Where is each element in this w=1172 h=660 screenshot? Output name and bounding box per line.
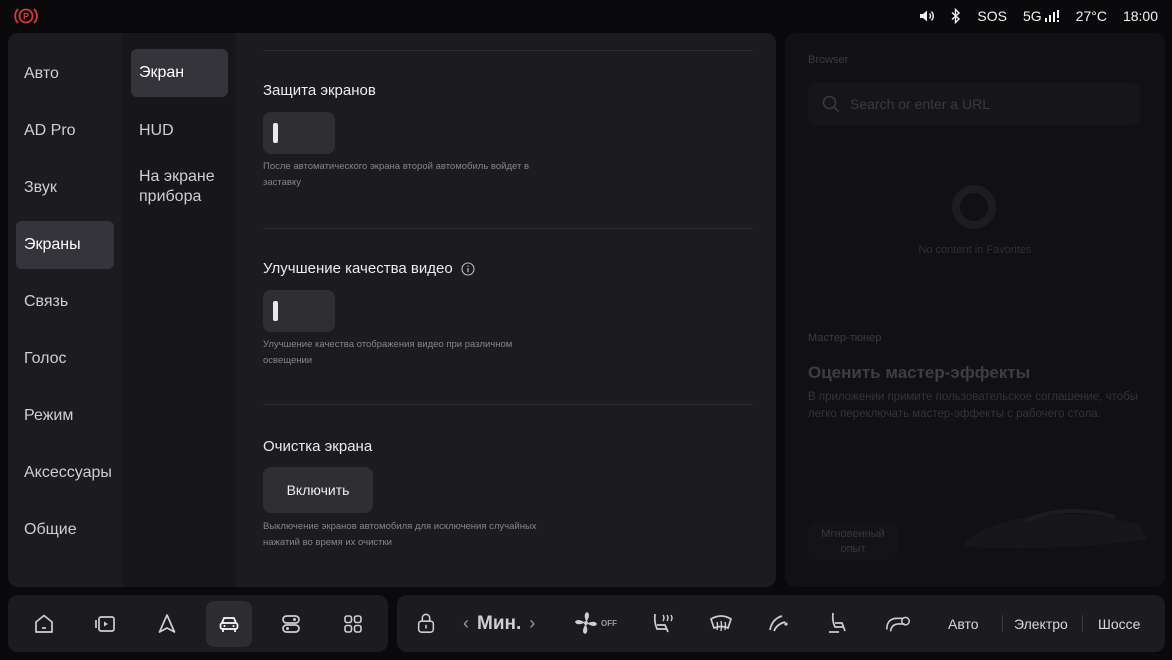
divider (263, 50, 753, 51)
drive-mode-auto[interactable]: Авто (948, 595, 979, 652)
info-icon[interactable] (461, 261, 475, 276)
nav-item-accessories[interactable]: Аксессуары (16, 449, 114, 497)
sos-label[interactable]: SOS (977, 8, 1007, 24)
fan-icon (575, 612, 597, 634)
steering-heating-icon (769, 615, 788, 632)
app-grid-icon (344, 615, 362, 633)
nav-item-mode[interactable]: Режим (16, 392, 114, 440)
secondary-nav: Экран HUD На экране прибора (122, 33, 236, 587)
instant-experience-button[interactable]: Мгновенный опыт (808, 523, 898, 561)
nav-item-general[interactable]: Общие (16, 506, 114, 554)
master-tuner-heading: Оценить мастер-эффекты (808, 363, 1031, 382)
divider (263, 404, 753, 405)
settings-content: Защита экранов После автоматического экр… (236, 33, 776, 587)
drive-mode-highway[interactable]: Шоссе (1098, 595, 1140, 652)
network-indicator: 5G (1023, 8, 1060, 24)
temperature-label: 27°C (1075, 8, 1107, 24)
nav-item-auto[interactable]: Авто (16, 50, 114, 98)
lock-button[interactable] (415, 609, 437, 637)
screen-cleaning-title: Очистка экрана (263, 438, 372, 455)
dock-navigation-button[interactable] (144, 601, 190, 647)
fan-increase-chevron-icon[interactable]: › (529, 613, 535, 634)
signal-icon (1044, 10, 1059, 22)
nav-item-voice[interactable]: Голос (16, 335, 114, 383)
nav-item-sound[interactable]: Звук (16, 164, 114, 212)
screen-protection-title-text: Защита экранов (263, 82, 376, 99)
toggle-apps-icon (282, 615, 300, 633)
volume-icon[interactable] (919, 9, 935, 23)
seat-ventilation-icon (829, 612, 846, 633)
side-widgets-panel: Browser Search or enter a URL No content… (785, 33, 1165, 587)
screen-protection-title: Защита экранов (263, 82, 376, 99)
video-enhancement-title-text: Улучшение качества видео (263, 260, 453, 277)
fan-button[interactable]: OFF (573, 609, 617, 637)
subnav-item-hud[interactable]: HUD (131, 107, 228, 155)
dock-home-button[interactable] (21, 601, 67, 647)
master-tuner-text: В приложении примите пользовательское со… (808, 391, 1138, 420)
network-label: 5G (1022, 8, 1042, 24)
screen-cleaning-description: Выключение экранов автомобиля для исключ… (263, 521, 537, 548)
drive-mode-electric[interactable]: Электро (1014, 595, 1068, 652)
air-recirculation-icon (886, 616, 910, 632)
search-placeholder: Search or enter a URL (850, 96, 991, 112)
media-icon (95, 616, 115, 632)
parking-brake-icon: P (14, 8, 38, 24)
screen-cleaning-enable-button[interactable]: Включить (263, 467, 373, 513)
bluetooth-icon[interactable] (951, 8, 961, 24)
nav-item-ad-pro[interactable]: AD Pro (16, 107, 114, 155)
video-enhancement-title: Улучшение качества видео (263, 260, 475, 277)
status-bar: P SOS 5G 27°C 18:00 (0, 0, 1172, 32)
settings-panel: Авто AD Pro Звук Экраны Связь Голос Режи… (8, 33, 776, 587)
divider (263, 228, 753, 229)
mode-divider (1002, 615, 1003, 632)
fan-state-label: OFF (601, 618, 617, 628)
subnav-item-instrument-screen[interactable]: На экране прибора (131, 163, 226, 211)
windshield-defrost-icon (709, 615, 733, 632)
toggle-knob (273, 123, 278, 143)
screen-cleaning-title-text: Очистка экрана (263, 438, 373, 455)
dock-media-button[interactable] (82, 601, 128, 647)
dock-apps-button[interactable] (330, 601, 376, 647)
video-enhancement-toggle[interactable] (263, 290, 335, 332)
car-silhouette-image (965, 508, 1147, 548)
primary-nav: Авто AD Pro Звук Экраны Связь Голос Режи… (8, 33, 122, 587)
home-icon (35, 614, 53, 633)
svg-text:P: P (23, 12, 29, 22)
dock-toggles-button[interactable] (268, 601, 314, 647)
fan-level-value: Мин. (477, 612, 522, 634)
browser-search-input[interactable]: Search or enter a URL (808, 83, 1140, 125)
browser-label: Browser (808, 54, 849, 66)
nav-item-screens[interactable]: Экраны (16, 221, 114, 269)
dock-car-button[interactable] (206, 601, 252, 647)
favorites-empty-text: No content in Favorites (918, 244, 1032, 256)
navigation-icon (158, 614, 176, 633)
search-icon (822, 95, 840, 113)
fan-level-control: ‹ Мин. › (463, 595, 535, 652)
seat-heating-icon (653, 613, 673, 633)
defrost-button[interactable] (708, 609, 734, 637)
nav-item-connection[interactable]: Связь (16, 278, 114, 326)
master-tuner-label: Мастер-тюнер (808, 332, 882, 344)
seat-heating-button[interactable] (649, 609, 675, 637)
fan-decrease-chevron-icon[interactable]: ‹ (463, 613, 469, 634)
lock-icon (417, 613, 435, 633)
screen-protection-toggle[interactable] (263, 112, 335, 154)
steering-heat-button[interactable] (766, 609, 792, 637)
toggle-knob (273, 301, 278, 321)
recirculation-button[interactable] (884, 609, 912, 637)
seat-ventilation-button[interactable] (825, 609, 851, 637)
car-icon (219, 617, 239, 632)
empty-favorites-icon (952, 185, 996, 229)
subnav-item-screen[interactable]: Экран (131, 49, 228, 97)
screen-protection-description: После автоматического экрана второй авто… (263, 161, 529, 188)
climate-bar: ‹ Мин. › OFF Авто Электро Шоссе (397, 595, 1165, 652)
clock-label: 18:00 (1122, 8, 1158, 24)
video-enhancement-description: Улучшение качества отображения видео при… (263, 339, 513, 366)
app-dock (8, 595, 388, 652)
mode-divider (1082, 615, 1083, 632)
